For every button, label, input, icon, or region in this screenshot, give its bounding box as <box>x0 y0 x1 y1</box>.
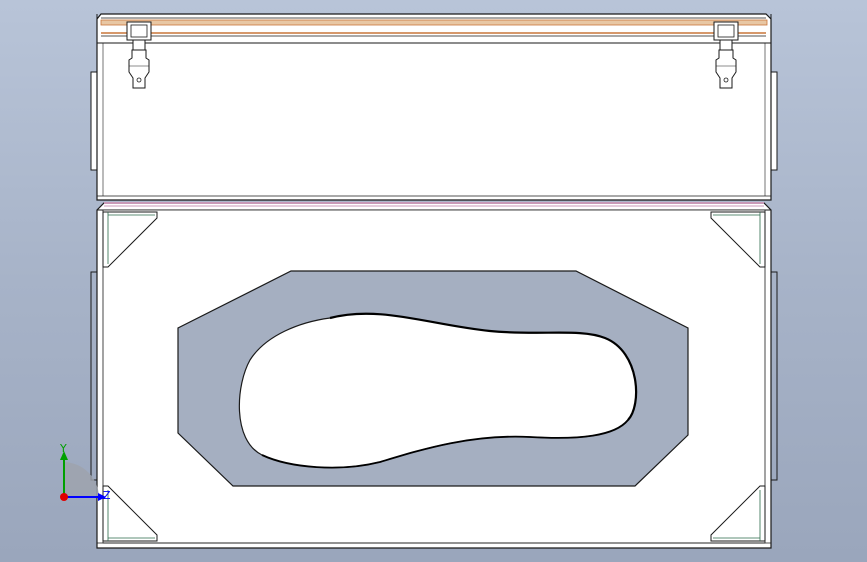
axis-z-label: Z <box>103 489 111 502</box>
model-drawing: Y Z <box>59 13 778 549</box>
lid <box>90 13 778 201</box>
axis-y-label: Y <box>59 442 67 455</box>
cad-viewport[interactable]: Y Z <box>0 0 867 562</box>
